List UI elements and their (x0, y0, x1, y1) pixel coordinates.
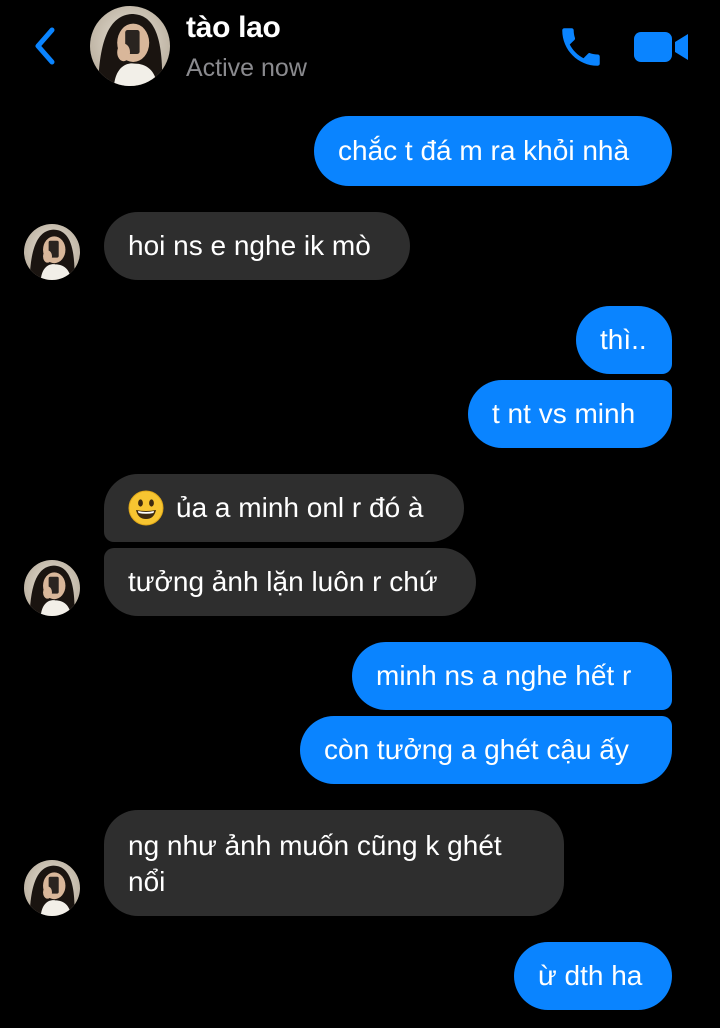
call-button[interactable] (556, 22, 606, 72)
sender-avatar[interactable] (24, 224, 80, 280)
message-text: minh ns a nghe hết r (376, 660, 632, 691)
chevron-left-icon (35, 27, 55, 65)
message-text: còn tưởng a ghét cậu ấy (324, 734, 629, 765)
message-text: hoi ns e nghe ik mò (128, 230, 371, 261)
contact-status: Active now (186, 54, 307, 82)
video-camera-icon (634, 32, 688, 62)
sender-avatar[interactable] (24, 560, 80, 616)
contact-name[interactable]: tào lao (186, 10, 281, 46)
message-bubble-incoming[interactable]: ủa a minh onl r đó à (104, 474, 464, 542)
message-text: thì.. (600, 324, 647, 355)
message-bubble-incoming[interactable]: tưởng ảnh lặn luôn r chứ (104, 548, 476, 616)
message-text: tưởng ảnh lặn luôn r chứ (128, 566, 438, 597)
message-text: ừ dth ha (538, 960, 643, 991)
message-bubble-outgoing[interactable]: ừ dth ha (514, 942, 672, 1010)
video-call-button[interactable] (632, 26, 692, 68)
message-bubble-outgoing[interactable]: thì.. (576, 306, 672, 374)
grinning-face-icon (128, 490, 164, 526)
back-button[interactable] (28, 24, 64, 68)
message-bubble-outgoing[interactable]: minh ns a nghe hết r (352, 642, 672, 710)
message-text: t nt vs minh (492, 398, 636, 429)
message-text: ủa a minh onl r đó à (176, 492, 424, 523)
message-bubble-outgoing[interactable]: còn tưởng a ghét cậu ấy (300, 716, 672, 784)
message-bubble-outgoing[interactable]: t nt vs minh (468, 380, 672, 448)
contact-avatar[interactable] (90, 6, 170, 86)
message-text: chắc t đá m ra khỏi nhà (338, 135, 630, 166)
message-bubble-outgoing[interactable]: chắc t đá m ra khỏi nhà (314, 116, 672, 186)
message-text: ng như ảnh muốn cũng k ghét nổi (128, 830, 502, 897)
message-bubble-incoming[interactable]: hoi ns e nghe ik mò (104, 212, 410, 280)
sender-avatar[interactable] (24, 860, 80, 916)
conversation-header: tào lao Active now (0, 0, 720, 96)
phone-icon (562, 28, 600, 66)
message-bubble-incoming[interactable]: ng như ảnh muốn cũng k ghét nổi (104, 810, 564, 916)
